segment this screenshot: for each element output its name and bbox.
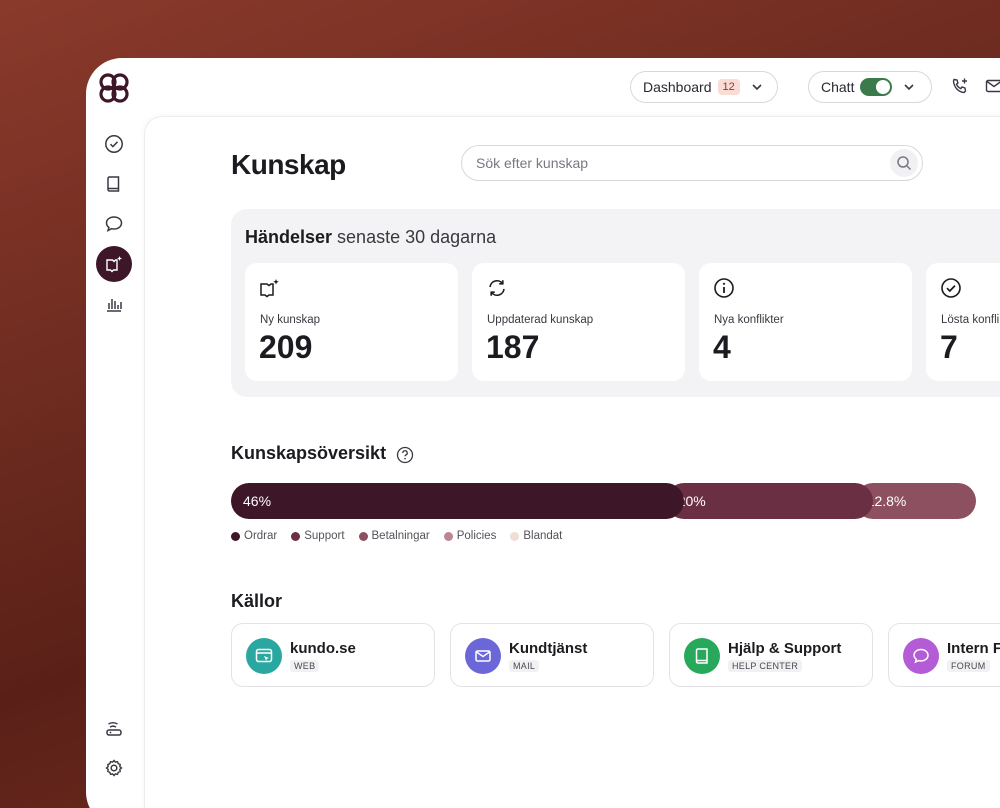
book-sparkle-icon	[106, 256, 122, 273]
source-type: WEB	[290, 660, 320, 672]
legend-item: Policies	[443, 530, 497, 542]
sidebar-item-integrations[interactable]	[96, 710, 132, 746]
chevron-down-icon	[752, 84, 762, 91]
sources-title: Källor	[231, 591, 283, 611]
source-card-web[interactable]: kundo.se WEB	[231, 623, 435, 687]
legend-item: Blandat	[510, 530, 562, 542]
web-icon	[255, 648, 273, 663]
overview-legend: Ordrar Support Betalningar Policies Blandat	[231, 530, 562, 542]
dashboard-label: Dashboard	[643, 79, 712, 95]
sidebar-item-chat[interactable]	[96, 206, 132, 242]
stat-value: 209	[259, 329, 313, 365]
legend-dot	[358, 531, 368, 541]
chevron-down-icon	[904, 84, 915, 91]
source-name: Hjälp & Support	[728, 640, 842, 657]
legend-dot	[291, 531, 301, 541]
mail-icon[interactable]	[984, 76, 1000, 96]
bar-chart-icon	[107, 299, 122, 312]
source-icon-badge	[903, 638, 939, 674]
stat-card-updated[interactable]: Uppdaterad kunskap 187	[472, 263, 685, 381]
mail-icon	[475, 650, 491, 662]
stat-card-new[interactable]: Ny kunskap 209	[245, 263, 458, 381]
source-type: MAIL	[509, 660, 540, 672]
check-circle-icon	[105, 135, 123, 153]
stat-card-resolved[interactable]: Lösta konfli 7	[926, 263, 1000, 381]
book-icon	[107, 176, 120, 192]
legend-dot	[231, 531, 240, 541]
page-title: Kunskap	[231, 149, 346, 180]
sidebar-item-tasks[interactable]	[96, 126, 132, 162]
logo-icon[interactable]	[96, 70, 132, 106]
dashboard-badge: 12	[717, 79, 740, 95]
events-title: Händelser senaste 30 dagarna	[245, 227, 496, 248]
overview-bar-segment[interactable]: 46%	[231, 483, 684, 519]
book-icon	[695, 648, 708, 664]
app-window: Dashboard 12 Chatt Kunskap Händelser sen…	[86, 58, 1000, 808]
refresh-icon	[489, 279, 505, 297]
source-name: Intern Fo	[947, 640, 1000, 657]
source-name: Kundtjänst	[509, 640, 588, 657]
search-field[interactable]	[461, 145, 923, 181]
stat-label: Uppdaterad kunskap	[487, 314, 594, 326]
dashboard-dropdown[interactable]: Dashboard 12	[630, 71, 778, 103]
stat-value: 4	[713, 329, 731, 365]
source-type: HELP CENTER	[728, 660, 803, 672]
overview-title: Kunskapsöversikt	[231, 443, 387, 463]
source-card-help-center[interactable]: Hjälp & Support HELP CENTER	[669, 623, 873, 687]
sidebar-item-knowledge[interactable]	[96, 246, 132, 282]
chat-toggle-dropdown[interactable]: Chatt	[808, 71, 932, 103]
search-input[interactable]	[476, 155, 856, 171]
chat-label: Chatt	[821, 79, 855, 95]
events-title-rest: senaste 30 dagarna	[332, 227, 497, 247]
overview-bar-segment[interactable]: 20%	[665, 483, 873, 519]
stat-label: Ny kunskap	[260, 314, 321, 326]
phone-add-icon[interactable]	[950, 76, 970, 96]
info-icon	[714, 278, 734, 298]
stat-label: Nya konflikter	[714, 314, 784, 326]
source-card-mail[interactable]: Kundtjänst MAIL	[450, 623, 654, 687]
source-type: FORUM	[947, 660, 990, 672]
legend-label: Blandat	[523, 530, 563, 542]
source-icon-badge	[684, 638, 720, 674]
search-button[interactable]	[890, 149, 918, 177]
events-panel: Händelser senaste 30 dagarna Ny kunskap …	[231, 209, 1000, 397]
legend-dot	[443, 531, 453, 541]
chat-icon	[105, 216, 123, 232]
source-icon-badge	[465, 638, 501, 674]
legend-label: Policies	[456, 530, 497, 542]
search-icon	[897, 156, 912, 171]
chat-toggle[interactable]	[860, 78, 893, 96]
sidebar	[86, 58, 144, 808]
legend-label: Support	[304, 530, 345, 542]
events-title-bold: Händelser	[245, 227, 333, 247]
chat-icon	[913, 648, 929, 664]
stat-label: Lösta konfli	[941, 314, 1000, 326]
legend-label: Ordrar	[244, 530, 278, 542]
sidebar-item-settings[interactable]	[96, 750, 132, 786]
main-panel: Kunskap Händelser senaste 30 dagarna Ny …	[144, 116, 1000, 808]
source-card-forum[interactable]: Intern Fo FORUM	[888, 623, 1000, 687]
overview-bar-segment[interactable]: 12.8%	[854, 483, 976, 519]
source-icon-badge	[246, 638, 282, 674]
sidebar-item-library[interactable]	[96, 166, 132, 202]
legend-item: Betalningar	[358, 530, 430, 542]
legend-item: Support	[291, 530, 345, 542]
router-icon	[106, 722, 122, 736]
source-name: kundo.se	[290, 640, 356, 657]
overview-bar: 46% 20% 12.8%	[231, 483, 1000, 519]
help-icon[interactable]	[396, 446, 414, 464]
legend-label: Betalningar	[371, 530, 430, 542]
book-sparkle-icon	[260, 279, 279, 298]
stat-card-conflicts[interactable]: Nya konflikter 4	[699, 263, 912, 381]
stat-value: 187	[486, 329, 540, 365]
stat-value: 7	[940, 329, 958, 365]
sidebar-item-stats[interactable]	[96, 286, 132, 322]
check-circle-icon	[941, 278, 961, 298]
gear-icon	[105, 759, 123, 777]
legend-item: Ordrar	[231, 530, 277, 542]
legend-dot	[510, 531, 520, 541]
